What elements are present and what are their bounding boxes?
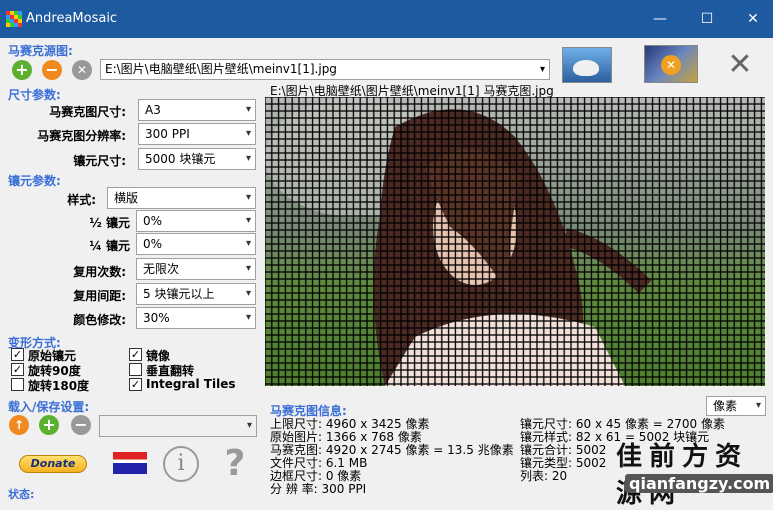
title-bar: AndreaMosaic — ☐ ✕: [0, 0, 773, 38]
tile-style-select[interactable]: 横版 ▾: [107, 187, 256, 209]
info-button[interactable]: i: [163, 446, 199, 482]
chevron-down-icon: ▾: [245, 192, 251, 203]
unit-value: 像素: [713, 399, 738, 413]
add-source-button[interactable]: +: [12, 60, 32, 80]
half-tile-select[interactable]: 0% ▾: [136, 210, 256, 232]
integral-tiles-label: Integral Tiles: [146, 377, 236, 391]
chevron-down-icon: ▾: [246, 420, 252, 431]
quarter-tile-label: ¼ 镶元: [89, 239, 130, 253]
tools-icon[interactable]: ✕: [722, 47, 758, 83]
reuse-distance-label: 复用间距:: [73, 289, 126, 303]
integral-tiles-checkbox[interactable]: ✓: [129, 378, 142, 391]
remove-source-button[interactable]: −: [42, 60, 62, 80]
tile-section-label: 镶元参数:: [8, 174, 61, 188]
chevron-down-icon: ▾: [245, 153, 251, 164]
tile-count-select[interactable]: 5000 块镶元 ▾: [138, 148, 256, 170]
mosaic-resolution-value: 300 PPI: [145, 127, 190, 141]
chevron-down-icon: ▾: [245, 215, 251, 226]
chevron-down-icon: ▾: [245, 238, 251, 249]
settings-select[interactable]: ▾: [99, 415, 257, 437]
tile-style-value: 横版: [114, 191, 139, 205]
quarter-tile-value: 0%: [143, 237, 163, 251]
info-list: 列表: 20: [520, 469, 568, 483]
app-icon: [6, 11, 22, 27]
rotate180-label: 旋转180度: [28, 379, 90, 393]
half-tile-value: 0%: [143, 214, 163, 228]
mosaic-size-label: 马赛克图尺寸:: [49, 105, 126, 119]
rotate90-checkbox[interactable]: ✓: [11, 363, 24, 376]
watermark-title: 佳 前 方 资 源 网: [616, 442, 741, 509]
source-path-combo[interactable]: E:\图片\电脑壁纸\图片壁纸\meinv1[1].jpg ▾: [100, 59, 550, 80]
mosaic-preview-icon[interactable]: ✕: [644, 45, 698, 83]
mosaic-preview-image: [265, 97, 765, 386]
chevron-down-icon: ▾: [245, 128, 251, 139]
chevron-down-icon: ▾: [755, 400, 761, 411]
tile-count-value: 5000 块镶元: [145, 152, 216, 166]
tile-count-label: 镶元尺寸:: [73, 154, 126, 168]
chevron-down-icon: ▾: [245, 263, 251, 274]
flip-vertical-checkbox[interactable]: [129, 363, 142, 376]
remove-settings-button[interactable]: −: [71, 415, 91, 435]
half-tile-label: ½ 镶元: [89, 216, 130, 230]
rotate180-checkbox[interactable]: [11, 378, 24, 391]
mosaic-size-value: A3: [145, 103, 161, 117]
reuse-distance-value: 5 块镶元以上: [143, 287, 215, 301]
size-section-label: 尺寸参数:: [8, 88, 61, 102]
color-change-select[interactable]: 30% ▾: [136, 307, 256, 329]
source-section-label: 马赛克源图:: [8, 44, 73, 58]
reuse-distance-select[interactable]: 5 块镶元以上 ▾: [136, 283, 256, 305]
donate-button[interactable]: Donate: [19, 455, 87, 473]
minimize-button[interactable]: —: [640, 6, 680, 32]
close-button[interactable]: ✕: [733, 6, 773, 32]
load-save-section-label: 载入/保存设置:: [8, 400, 90, 414]
window-title: AndreaMosaic: [26, 11, 118, 26]
reuse-count-select[interactable]: 无限次 ▾: [136, 258, 256, 280]
tile-style-label: 样式:: [67, 193, 96, 207]
chevron-down-icon: ▾: [245, 104, 251, 115]
add-settings-button[interactable]: +: [39, 415, 59, 435]
quarter-tile-select[interactable]: 0% ▾: [136, 233, 256, 255]
mirror-checkbox[interactable]: ✓: [129, 348, 142, 361]
watermark-url: qianfangzy.com: [625, 474, 773, 493]
clear-source-button[interactable]: ✕: [72, 60, 92, 80]
chevron-down-icon: ▾: [245, 312, 251, 323]
maximize-button[interactable]: ☐: [687, 6, 727, 32]
chevron-down-icon: ▾: [245, 288, 251, 299]
reuse-count-label: 复用次数:: [73, 265, 126, 279]
help-button[interactable]: ?: [220, 444, 250, 484]
mosaic-resolution-label: 马赛克图分辨率:: [37, 129, 126, 143]
chevron-down-icon: ▾: [539, 64, 545, 75]
color-change-label: 颜色修改:: [73, 313, 126, 327]
color-change-value: 30%: [143, 311, 170, 325]
source-path-text: E:\图片\电脑壁纸\图片壁纸\meinv1[1].jpg: [105, 62, 337, 76]
status-label: 状态:: [8, 488, 35, 501]
load-settings-button[interactable]: ↑: [9, 415, 29, 435]
mosaic-size-select[interactable]: A3 ▾: [138, 99, 256, 121]
tiles-folder-icon[interactable]: [562, 47, 612, 83]
unit-select[interactable]: 像素 ▾: [706, 396, 766, 416]
mosaic-resolution-select[interactable]: 300 PPI ▾: [138, 123, 256, 145]
reuse-count-value: 无限次: [143, 262, 180, 276]
info-resolution: 分 辨 率: 300 PPI: [270, 482, 367, 496]
original-tile-checkbox[interactable]: ✓: [11, 348, 24, 361]
language-flag-icon[interactable]: [113, 452, 147, 474]
